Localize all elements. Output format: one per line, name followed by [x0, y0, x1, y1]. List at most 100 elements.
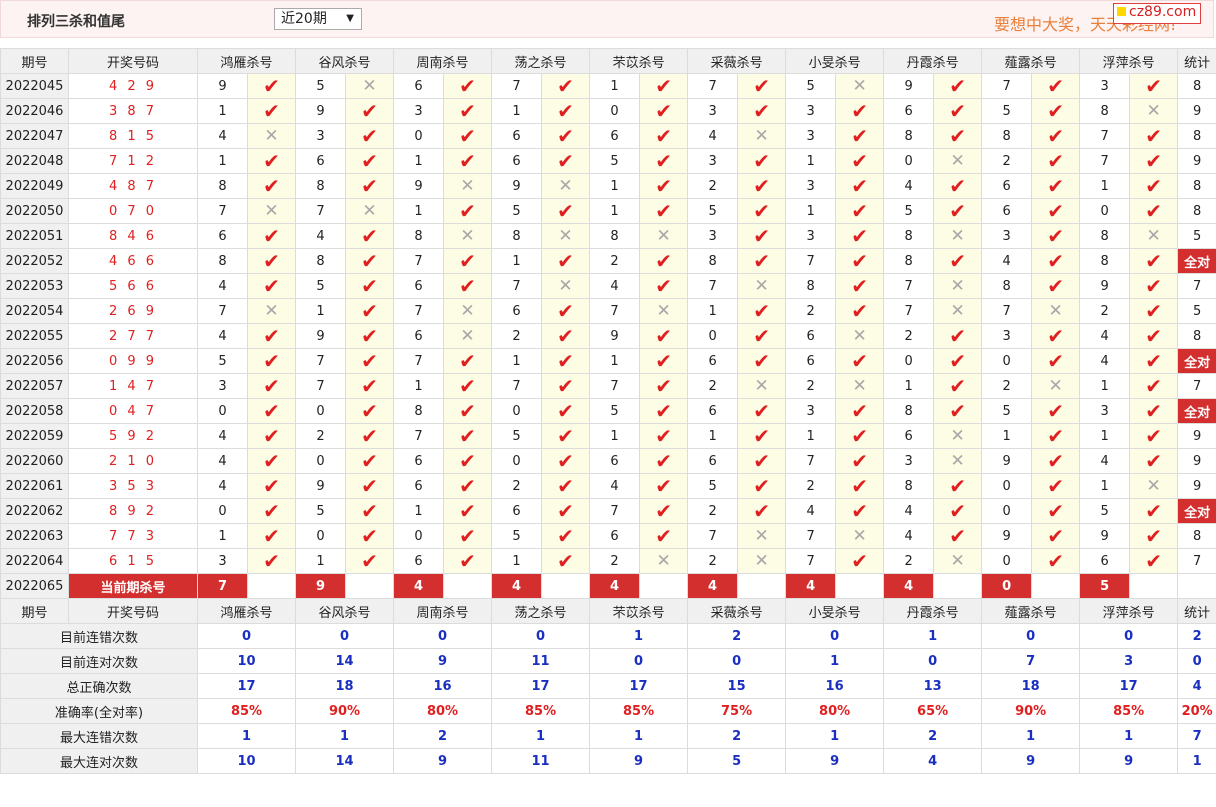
result-mark-cell: ✔: [1129, 273, 1179, 299]
check-icon: ✔: [557, 423, 574, 448]
result-mark-cell: ✔: [1129, 148, 1179, 174]
check-icon: ✔: [655, 173, 672, 198]
check-icon: ✔: [361, 223, 378, 248]
check-icon: ✔: [263, 98, 280, 123]
summary-value: 9: [589, 748, 689, 774]
kill-number-cell: 3: [197, 373, 248, 399]
check-icon: ✔: [1047, 473, 1065, 498]
summary-stat-value: 1: [1177, 748, 1216, 774]
result-mark-cell: ✔: [541, 473, 591, 499]
site-logo[interactable]: cz89.com: [1113, 3, 1202, 24]
kill-number-cell: 6: [491, 148, 543, 174]
kill-number-cell: 3: [785, 223, 837, 249]
check-icon: ✔: [361, 123, 378, 148]
result-mark-cell: ✔: [933, 73, 983, 99]
summary-label: 总正确次数: [0, 673, 198, 699]
check-icon: ✔: [851, 423, 868, 448]
check-icon: ✔: [557, 198, 574, 223]
check-icon: ✔: [361, 523, 378, 548]
result-mark-cell: ✔: [639, 248, 689, 274]
draw-number-cell: 6 1 5: [68, 548, 198, 574]
result-mark-cell: ✔: [933, 398, 983, 424]
draw-number-cell: 3 8 7: [68, 98, 198, 124]
kill-number-cell: 5: [981, 98, 1033, 124]
col-header-expert: 荡之杀号: [491, 598, 591, 624]
check-icon: ✔: [655, 273, 672, 298]
kill-number-cell: 6: [491, 298, 543, 324]
kill-number-cell: 7: [491, 73, 543, 99]
check-icon: ✔: [1145, 323, 1163, 348]
check-icon: ✔: [1145, 248, 1163, 273]
result-mark-cell: ✔: [246, 98, 297, 124]
kill-number-cell: 0: [295, 398, 347, 424]
result-mark-cell: ✔: [737, 98, 787, 124]
kill-number-cell: 1: [1079, 173, 1131, 199]
check-icon: ✔: [263, 323, 280, 348]
result-mark-cell: ✔: [933, 173, 983, 199]
kill-number-cell: 8: [883, 473, 935, 499]
result-mark-cell: ✔: [835, 248, 885, 274]
check-icon: ✔: [459, 373, 476, 398]
summary-value: 2: [687, 623, 787, 649]
issue-cell: 2022060: [0, 448, 69, 474]
kill-number-cell: 3: [393, 98, 445, 124]
summary-row: 准确率(全对率) 85% 90% 80% 85% 85% 75% 80% 65% 90% 85% 20…: [0, 698, 1216, 724]
check-icon: ✔: [655, 98, 672, 123]
kill-number-cell: 0: [491, 398, 543, 424]
kill-number-cell: 2: [491, 473, 543, 499]
result-mark-cell: ✔: [639, 373, 689, 399]
check-icon: ✔: [361, 398, 378, 423]
check-icon: ✔: [361, 148, 378, 173]
check-icon: ✔: [851, 498, 868, 523]
col-header-expert: 浮萍杀号: [1079, 598, 1179, 624]
kill-number-cell: 1: [883, 373, 935, 399]
kill-number-cell: 5: [589, 148, 641, 174]
result-mark-cell: ✔: [835, 348, 885, 374]
result-mark-cell: ✕: [443, 223, 493, 249]
summary-value: 0: [491, 623, 591, 649]
summary-value: 1: [589, 723, 689, 749]
issue-cell: 2022050: [0, 198, 69, 224]
result-mark-cell: ✔: [1129, 248, 1179, 274]
stat-cell: 9: [1177, 473, 1216, 499]
summary-value: 1: [785, 648, 885, 674]
result-mark-cell: ✕: [835, 523, 885, 549]
kill-number-cell: 1: [197, 148, 248, 174]
kill-number-cell: 5: [491, 523, 543, 549]
summary-stat-value: 0: [1177, 648, 1216, 674]
result-mark-cell: ✔: [1031, 248, 1081, 274]
check-icon: ✔: [263, 73, 280, 98]
result-mark-cell: ✔: [1129, 198, 1179, 224]
stat-cell: 7: [1177, 373, 1216, 399]
table-row: 2022052 4 6 6 8 ✔ 8 ✔ 7 ✔ 1 ✔ 2 ✔ 8 ✔ 7 ✔ 8 ✔ 4 ✔ 8 ✔ 全对: [0, 248, 1216, 274]
result-mark-cell: ✔: [1031, 423, 1081, 449]
kill-number-cell: 6: [589, 448, 641, 474]
summary-value: 1: [1079, 723, 1179, 749]
result-mark-cell: ✕: [835, 73, 885, 99]
period-select[interactable]: 近20期 ▼: [274, 8, 362, 30]
result-mark-cell: ✔: [246, 73, 297, 99]
result-mark-cell: ✔: [639, 448, 689, 474]
kill-number-cell: 2: [687, 498, 739, 524]
result-mark-cell: ✔: [246, 448, 297, 474]
col-header-expert: 谷风杀号: [295, 598, 395, 624]
result-mark-cell: ✔: [737, 423, 787, 449]
result-mark-cell: ✕: [835, 323, 885, 349]
check-icon: ✔: [949, 248, 966, 273]
result-mark-cell: ✔: [443, 148, 493, 174]
kill-number-cell: 5: [883, 198, 935, 224]
result-mark-cell: ✔: [639, 398, 689, 424]
result-mark-cell: ✔: [639, 123, 689, 149]
table-row: 2022061 3 5 3 4 ✔ 9 ✔ 6 ✔ 2 ✔ 4 ✔ 5 ✔ 2 ✔ 8 ✔ 0 ✔ 1 ✕ 9: [0, 473, 1216, 499]
cross-icon: ✕: [264, 201, 279, 221]
current-kill-label: 当前期杀号: [68, 573, 198, 599]
check-icon: ✔: [753, 173, 770, 198]
summary-value: 1: [981, 723, 1081, 749]
result-mark-cell: ✔: [1129, 523, 1179, 549]
result-mark-cell: ✔: [345, 298, 395, 324]
result-mark-cell: ✔: [639, 173, 689, 199]
check-icon: ✔: [655, 323, 672, 348]
kill-number-cell: 1: [393, 198, 445, 224]
check-icon: ✔: [655, 498, 672, 523]
col-header-expert: 荡之杀号: [491, 48, 591, 74]
